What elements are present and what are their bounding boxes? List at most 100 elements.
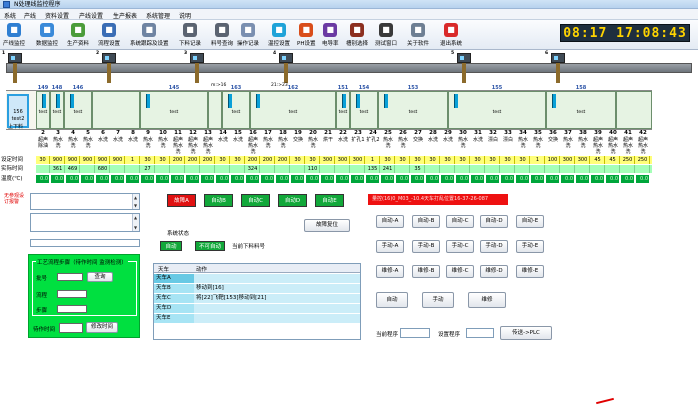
- tank[interactable]: 158 test: [546, 85, 616, 129]
- real-time-cell: [261, 165, 275, 173]
- led-auto-b: 自动B: [204, 194, 233, 207]
- system-state-label: 系统状态: [167, 231, 190, 237]
- main-manual-button[interactable]: 手动: [422, 292, 454, 308]
- station-number: 38: [579, 130, 587, 136]
- crane[interactable]: 2: [96, 51, 118, 83]
- crane[interactable]: 6: [545, 51, 567, 83]
- main-repair-button[interactable]: 维修: [468, 292, 506, 308]
- toolbar-button-3[interactable]: ■ 流程设置: [98, 23, 120, 49]
- menu-system[interactable]: 系统: [4, 11, 16, 20]
- work-time-input[interactable]: [59, 323, 83, 333]
- toolbar-button-6[interactable]: ■ 料号查询: [211, 23, 233, 49]
- auto-button-2[interactable]: 自动-C: [446, 215, 474, 228]
- manual-button-3[interactable]: 手动-D: [480, 240, 508, 253]
- flow-input[interactable]: [57, 290, 87, 298]
- toolbar-button-14[interactable]: ■ 退出系统: [440, 23, 462, 49]
- menu-line[interactable]: 产线: [24, 11, 36, 20]
- main-auto-button[interactable]: 自动: [376, 292, 408, 308]
- scrollbar[interactable]: ▲ ▼: [132, 194, 139, 209]
- tank[interactable]: [92, 91, 140, 129]
- toolbar-button-2[interactable]: ■ 生产资料: [67, 23, 89, 49]
- led-auto-c: 自动C: [241, 194, 270, 207]
- menu-data-settings[interactable]: 资料设置: [45, 11, 69, 20]
- tank[interactable]: 149 test: [36, 85, 50, 129]
- tank[interactable]: 163 test: [222, 85, 250, 129]
- toolbar-button-4[interactable]: ■ 系统跟踪及设置: [130, 23, 169, 49]
- toolbar-button-0[interactable]: ■ 产线监控: [3, 23, 25, 49]
- transfer-plc-button[interactable]: 传送->PLC: [500, 326, 552, 340]
- crane[interactable]: 3: [184, 51, 206, 83]
- real-time-cell: [126, 165, 140, 173]
- crane[interactable]: 4: [273, 51, 295, 83]
- tank[interactable]: 148 test: [50, 85, 64, 129]
- toolbar-button-13[interactable]: ■ 关于软件: [407, 23, 429, 49]
- search-button[interactable]: 查询: [87, 272, 113, 282]
- scroll-down-icon[interactable]: ▼: [134, 225, 138, 230]
- manual-button-4[interactable]: 手动-E: [516, 240, 544, 253]
- toolbar-button-1[interactable]: ■ 数据监控: [36, 23, 58, 49]
- modify-time-button[interactable]: 修改时间: [86, 322, 118, 333]
- toolbar-button-10[interactable]: ■ 电导率: [322, 23, 339, 49]
- tank[interactable]: 145 test: [140, 85, 208, 129]
- toolbar-button-7[interactable]: ■ 操作记录: [237, 23, 259, 49]
- menu-line-settings[interactable]: 产线设置: [79, 11, 103, 20]
- step-input[interactable]: [57, 305, 87, 313]
- repair-button-1[interactable]: 维修-B: [412, 265, 440, 278]
- tank[interactable]: 153 test: [378, 85, 448, 129]
- batch-input[interactable]: [57, 273, 83, 281]
- toolbar-button-11[interactable]: ■ 槽别选择: [346, 23, 368, 49]
- tank[interactable]: [616, 91, 652, 129]
- toolbar-button-9[interactable]: ■ PH设置: [297, 23, 315, 49]
- auto-button-3[interactable]: 自动-D: [480, 215, 508, 228]
- manual-button-1[interactable]: 手动-B: [412, 240, 440, 253]
- station-number: 31: [474, 130, 482, 136]
- set-time-cell: 300: [561, 156, 575, 164]
- tank[interactable]: 155 test: [448, 85, 546, 129]
- message-list[interactable]: ▲ ▼: [30, 213, 140, 232]
- repair-button-3[interactable]: 维修-D: [480, 265, 508, 278]
- tank-text: test: [288, 110, 298, 115]
- scrollbar[interactable]: ▲ ▼: [132, 214, 139, 231]
- set-program-input[interactable]: [466, 328, 494, 338]
- scroll-up-icon[interactable]: ▲: [134, 195, 138, 200]
- tank[interactable]: 162 test: [250, 85, 336, 129]
- toolbar-button-8[interactable]: ■ 温控设置: [268, 23, 290, 49]
- toolbar-button-5[interactable]: ■ 下料记录: [179, 23, 201, 49]
- scroll-up-icon[interactable]: ▲: [134, 215, 138, 220]
- manual-button-2[interactable]: 手动-C: [446, 240, 474, 253]
- auto-button-0[interactable]: 自动-A: [376, 215, 404, 228]
- repair-button-0[interactable]: 维修-A: [376, 265, 404, 278]
- station-name: 水洗: [127, 137, 138, 143]
- set-time-cell: 900: [66, 156, 80, 164]
- crane[interactable]: 1: [2, 51, 24, 83]
- table-row[interactable]: 天车C 将[22]飞靶[153]移动到[21]: [154, 294, 360, 303]
- close-icon: ■: [444, 23, 458, 37]
- tank[interactable]: [208, 91, 222, 129]
- manual-button-0[interactable]: 手动-A: [376, 240, 404, 253]
- table-row[interactable]: 天车D: [154, 304, 360, 313]
- auto-button-1[interactable]: 自动-B: [412, 215, 440, 228]
- tank[interactable]: 146 test: [64, 85, 92, 129]
- table-row[interactable]: 天车E: [154, 314, 360, 323]
- station-number: 23: [354, 130, 362, 136]
- tank[interactable]: 151 test: [336, 85, 350, 129]
- tank-text: test: [169, 110, 179, 115]
- menu-reports[interactable]: 生产报表: [113, 11, 137, 20]
- auto-button-4[interactable]: 自动-E: [516, 215, 544, 228]
- fault-reset-button[interactable]: 故障复位: [304, 219, 350, 232]
- menu-system-admin[interactable]: 系统管理: [146, 11, 170, 20]
- repair-button-2[interactable]: 维修-C: [446, 265, 474, 278]
- repair-button-4[interactable]: 维修-E: [516, 265, 544, 278]
- crane[interactable]: 5: [451, 51, 473, 83]
- real-time-cell: [216, 165, 230, 173]
- toolbar-button-12[interactable]: ■ 测试窗口: [375, 23, 397, 49]
- real-time-cell: [81, 165, 95, 173]
- info-field[interactable]: [30, 239, 140, 247]
- table-row[interactable]: 天车B 移动到[16]: [154, 284, 360, 293]
- tank[interactable]: 154 test: [350, 85, 378, 129]
- alarm-list[interactable]: ▲ ▼: [30, 193, 140, 210]
- scroll-down-icon[interactable]: ▼: [134, 203, 138, 208]
- table-row[interactable]: 天车A: [154, 274, 360, 283]
- menu-help[interactable]: 说明: [179, 11, 191, 20]
- row-crane: 天车D: [154, 304, 194, 313]
